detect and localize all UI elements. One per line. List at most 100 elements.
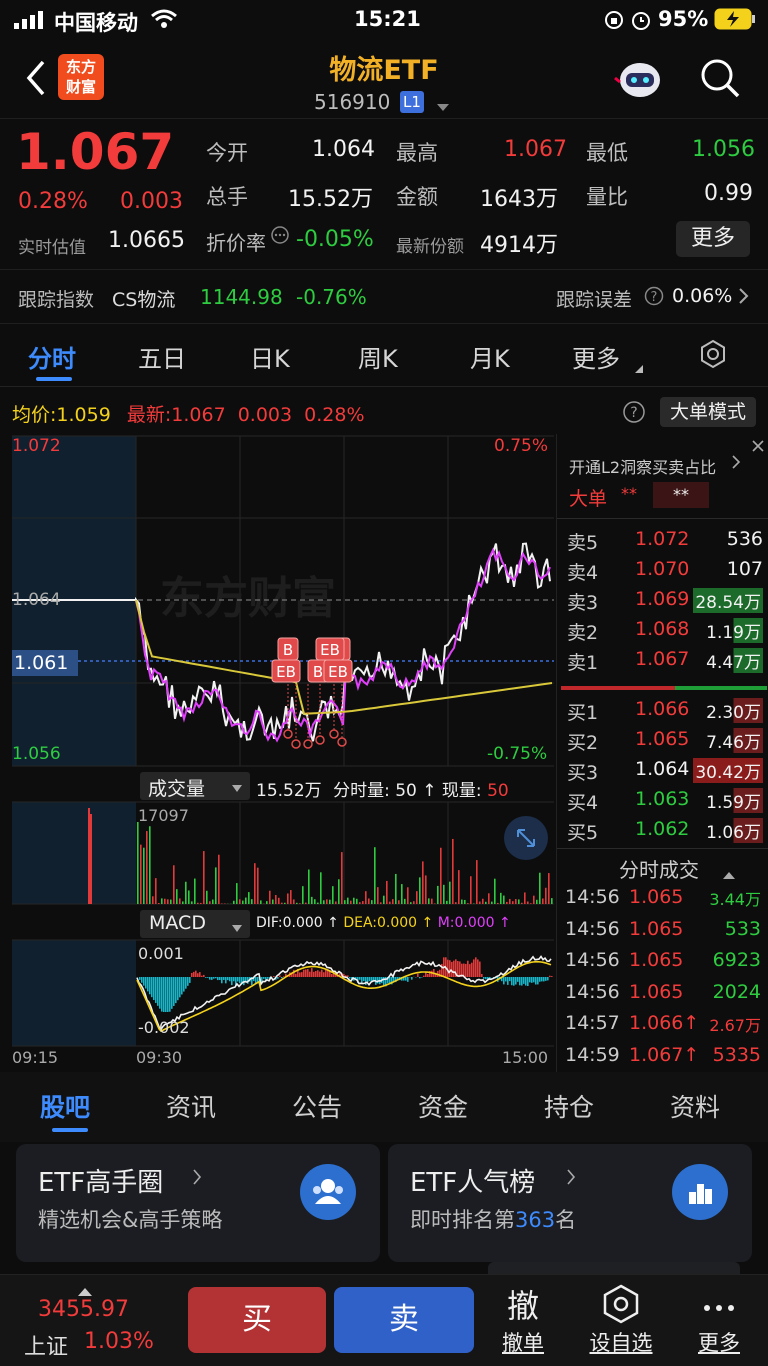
volume-bar [371,900,373,904]
tab-news[interactable]: 资讯 [166,1088,216,1124]
volume-bar [176,889,178,904]
volume-bar [452,838,454,904]
cancel-order-button[interactable]: 撤 撤单 [480,1279,566,1365]
track-index[interactable]: CS物流 [112,285,175,312]
tick-row: 14:56 1.065 533 [557,918,768,948]
macd-bar [535,977,537,985]
level-price: 1.063 [635,788,690,810]
buy-button[interactable]: 买 [188,1287,326,1353]
more-button[interactable]: 更多 [676,221,750,257]
macd-bar [467,960,469,977]
add-watchlist-button[interactable]: 设自选 [578,1279,664,1365]
macd-bar [153,977,155,1001]
tab-announcements[interactable]: 公告 [292,1088,342,1124]
tab-monthly[interactable]: 月K [470,339,510,374]
level-price: 1.069 [635,588,690,610]
volume-bar [209,901,211,904]
help-icon[interactable]: ? [622,400,646,428]
macd-bar [205,977,207,978]
volume-bar [440,847,442,904]
ticks-title[interactable]: 分时成交 [619,854,699,883]
chevron-right-icon[interactable] [738,287,750,309]
macd-bar [545,977,547,981]
order-book-row[interactable]: 卖3 1.069 28.54万 [557,588,768,618]
order-book-row[interactable]: 卖2 1.068 1.19万 [557,618,768,648]
macd-bar [299,972,301,977]
volume-bar [509,898,511,904]
chevron-right-icon[interactable] [731,454,741,474]
macd-bar [149,977,151,995]
volume-bar [314,899,316,904]
premarket-shade-vol [12,802,136,904]
level-label: 买1 [567,702,599,724]
trade-marker-label: B [313,663,323,681]
macd-bar [217,977,219,981]
tab-more[interactable]: 更多 [572,339,620,374]
trade-point [283,729,293,739]
tick-price: 1.065 [629,980,684,1003]
macd-bar [549,975,551,977]
help-icon[interactable]: ? [644,286,664,310]
volume-selector[interactable]: 成交量 [140,772,250,800]
macd-bar [229,977,231,982]
volume-bar [500,892,502,904]
volume-bar [395,873,397,904]
low-label: 最低 [586,141,628,165]
big-order-mode-button[interactable]: 大单模式 [660,397,756,427]
l2-promo[interactable]: 开通L2洞察买卖占比 [569,454,716,478]
y-top-label: 1.072 [12,436,61,456]
settings-icon[interactable] [697,338,729,374]
macd-bar [187,977,189,986]
search-icon[interactable] [698,56,742,104]
level-price: 1.066 [635,698,690,720]
alarm-icon [630,9,652,36]
sell-button[interactable]: 卖 [334,1287,474,1353]
tab-weekly[interactable]: 周K [358,339,398,374]
robot-assistant-icon[interactable] [614,56,666,108]
macd-bar [277,977,279,979]
order-book-row[interactable]: 买2 1.065 7.46万 [557,728,768,758]
level-badge[interactable]: L1 [400,91,424,113]
close-icon[interactable] [751,438,765,457]
order-book-row[interactable]: 卖4 1.070 107 [557,558,768,588]
expand-icon[interactable] [504,816,548,860]
order-book-row[interactable]: 买5 1.062 1.06万 [557,818,768,848]
volume-bar [377,887,379,904]
etf-popularity-card[interactable]: ETF人气榜 即时排名第363名 [388,1144,752,1262]
order-book-row[interactable]: 卖5 1.072 536 [557,528,768,558]
more-menu-button[interactable]: 更多 [676,1279,762,1365]
volume-bar [236,883,238,904]
volume-bar [392,899,394,904]
volume-bar [527,901,529,904]
volume-bar [416,891,418,904]
tab-holdings[interactable]: 持仓 [544,1088,594,1124]
volume-bar [197,902,199,904]
etf-master-card[interactable]: ETF高手圈 精选机会&高手策略 [16,1144,380,1262]
tab-5day[interactable]: 五日 [138,339,186,374]
tab-profile[interactable]: 资料 [670,1088,720,1124]
order-book-row[interactable]: 买3 1.064 30.42万 [557,758,768,788]
order-book-row[interactable]: 卖1 1.067 4.47万 [557,648,768,678]
tab-guba[interactable]: 股吧 [40,1088,90,1124]
info-dots-icon[interactable] [270,225,290,249]
macd-bar [263,977,265,979]
intraday-chart[interactable]: 东方财富 BEBBBEBEB [0,388,556,1072]
level-volume: 107 [726,558,763,580]
tab-funds[interactable]: 资金 [418,1088,468,1124]
order-book-row[interactable]: 买4 1.063 1.59万 [557,788,768,818]
macd-bar [191,972,193,977]
volume-bar [278,897,280,904]
discount-label: 折价率 [206,231,266,255]
tab-intraday[interactable]: 分时 [28,339,76,374]
macd-bar [407,977,409,982]
macd-bar [547,977,549,981]
dropdown-icon[interactable] [436,98,450,117]
volume-bar [449,881,451,904]
tab-daily[interactable]: 日K [250,339,290,374]
status-bar: 中国移动 15:21 95% [0,0,768,40]
volume-label: 总手 [206,185,248,209]
indicator-selector[interactable]: MACD [140,910,250,938]
level-label: 卖2 [567,622,599,644]
order-book-row[interactable]: 买1 1.066 2.30万 [557,698,768,728]
volume-bar [338,879,340,904]
